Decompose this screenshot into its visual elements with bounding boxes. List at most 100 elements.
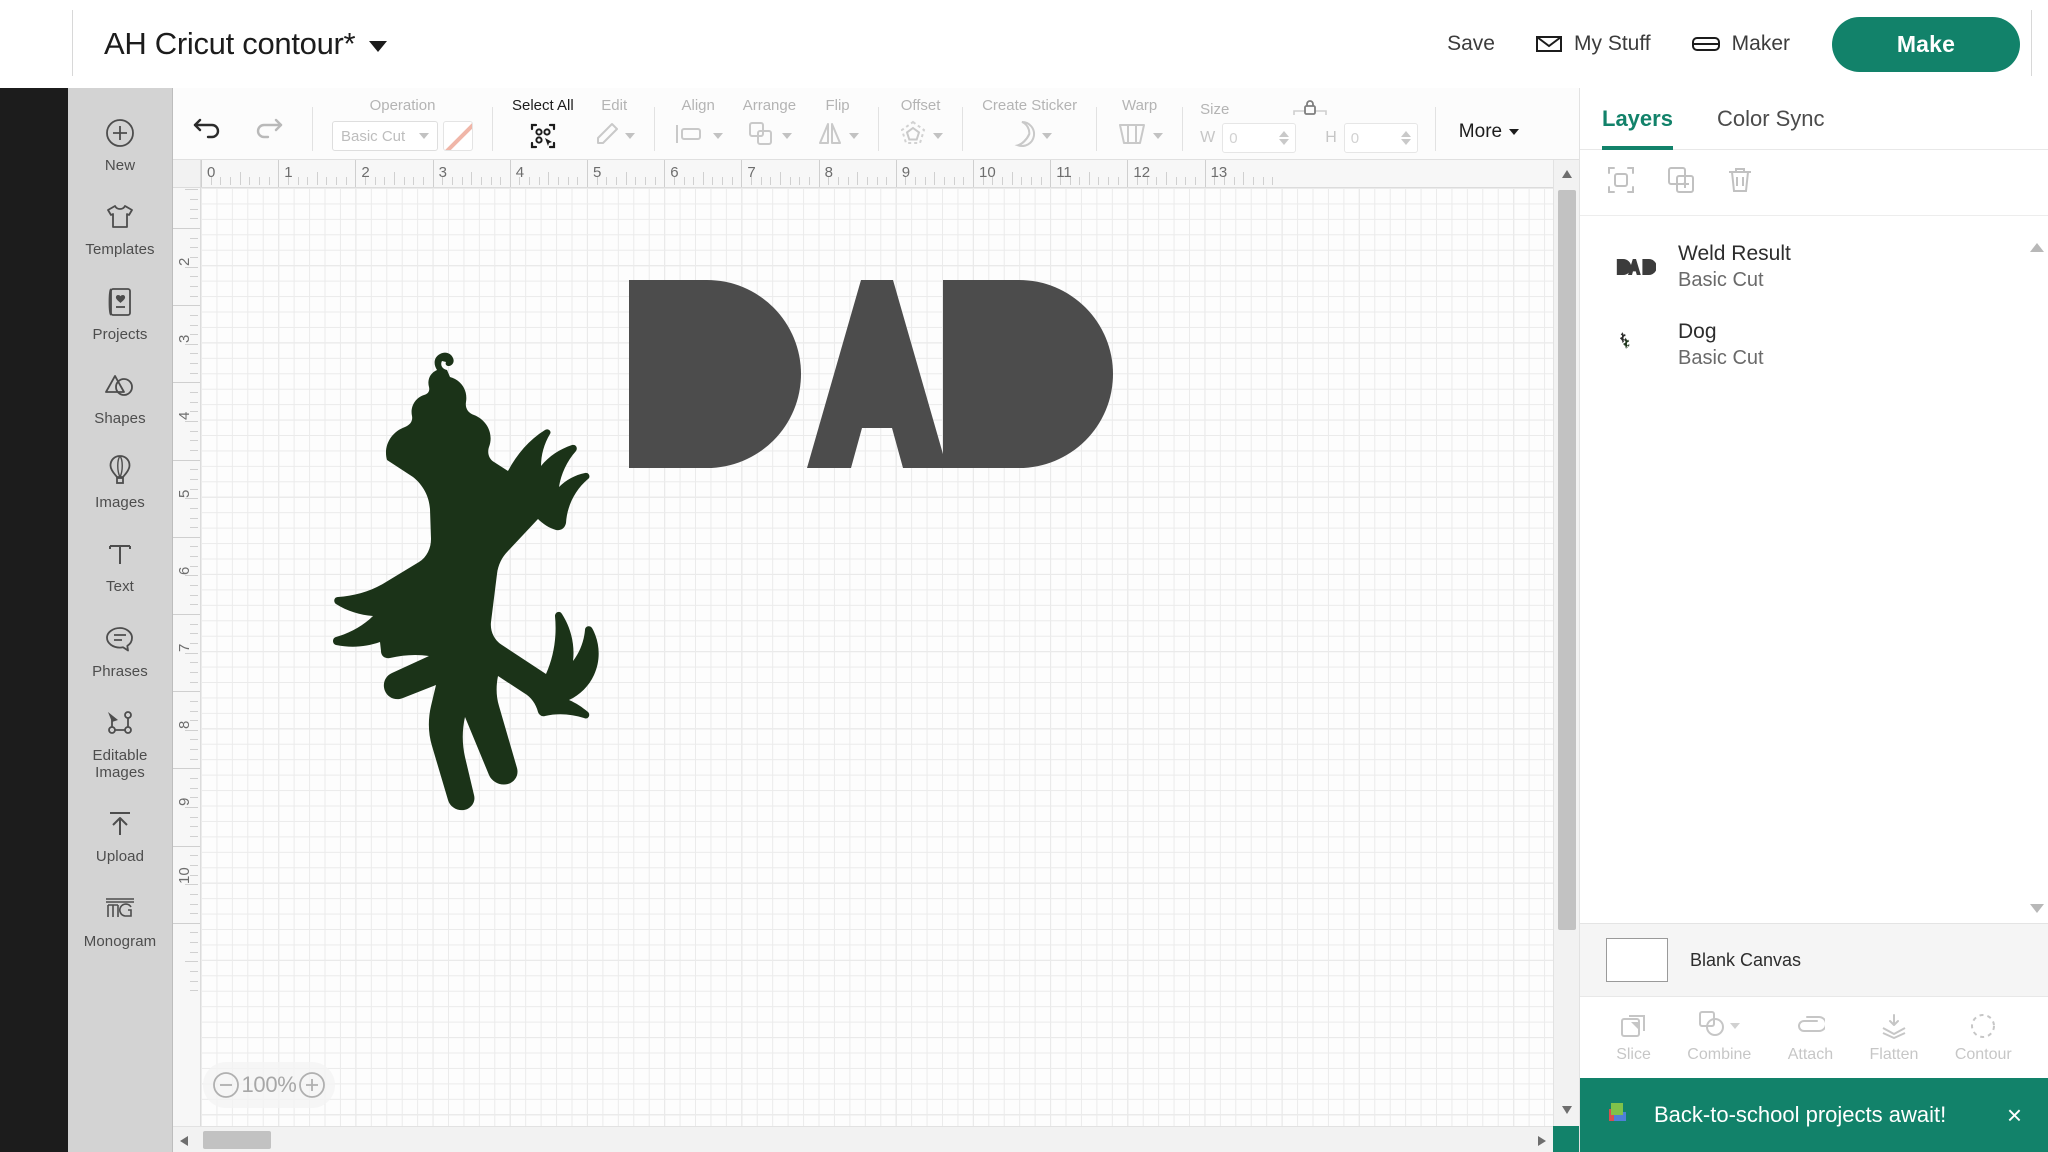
vertical-scroll-thumb[interactable] (1558, 190, 1576, 930)
ruler-major-tick (173, 228, 200, 229)
scroll-up-arrow-icon[interactable] (1561, 166, 1573, 184)
ruler-minor-tick (336, 177, 338, 185)
ruler-minor-tick (190, 517, 198, 519)
more-button[interactable]: More (1445, 121, 1533, 159)
sidebar-item-templates[interactable]: Templates (68, 186, 173, 270)
ruler-minor-tick (190, 237, 198, 239)
width-stepper[interactable] (1279, 131, 1290, 145)
machine-selector[interactable]: Maker (1671, 0, 1810, 88)
canvas-horizontal-scrollbar[interactable] (173, 1126, 1553, 1152)
tab-layers[interactable]: Layers (1602, 88, 1673, 150)
height-label: H (1325, 129, 1337, 146)
chevron-down-icon[interactable] (369, 40, 388, 52)
sidebar-item-new[interactable]: New (68, 102, 173, 186)
scroll-right-arrow-icon[interactable] (1537, 1134, 1547, 1152)
ruler-minor-tick (190, 430, 198, 432)
height-stepper[interactable] (1400, 131, 1411, 145)
zoom-in-button[interactable] (298, 1071, 326, 1099)
save-button[interactable]: Save (1427, 0, 1515, 88)
flatten-button[interactable]: Flatten (1869, 1011, 1919, 1064)
scroll-left-arrow-icon[interactable] (179, 1134, 189, 1152)
sidebar-item-projects[interactable]: Projects (68, 271, 173, 355)
offset-button[interactable]: Offset (888, 97, 953, 159)
contour-button[interactable]: Contour (1955, 1011, 2012, 1064)
sidebar-item-images[interactable]: Images (68, 439, 173, 523)
chevron-down-icon (624, 133, 635, 139)
dog-silhouette[interactable] (333, 352, 599, 811)
ruler-minor-tick (190, 334, 198, 336)
ruler-minor-tick (992, 177, 994, 185)
canvas-grid[interactable] (201, 188, 1553, 1126)
sidebar-item-shapes[interactable]: Shapes (68, 355, 173, 439)
operation-select[interactable]: Basic Cut (332, 121, 438, 151)
ruler-minor-tick (316, 172, 318, 185)
ruler-minor-tick (190, 372, 198, 374)
redo-icon[interactable] (251, 112, 285, 145)
sidebar-item-editable-images[interactable]: Editable Images (68, 692, 173, 794)
project-title-dropdown[interactable]: AH Cricut contour* (104, 0, 388, 88)
ruler-minor-tick (1001, 177, 1003, 185)
canvas-background-row[interactable]: Blank Canvas (1580, 923, 2048, 996)
scroll-down-arrow-icon[interactable] (1561, 1102, 1573, 1120)
ruler-minor-tick (606, 177, 608, 185)
ruler-minor-tick (1166, 172, 1167, 185)
scroll-up-arrow-icon[interactable] (2030, 226, 2044, 252)
dad-weld-shape[interactable] (629, 280, 1113, 468)
sidebar-label: Text (106, 578, 134, 596)
editable-image-icon (104, 706, 136, 740)
ruler-minor-tick (905, 177, 907, 185)
zoom-out-button[interactable] (212, 1071, 240, 1099)
sidebar-item-phrases[interactable]: Phrases (68, 608, 173, 692)
ruler-minor-tick (190, 285, 198, 287)
ruler-minor-tick (190, 276, 198, 278)
layer-list-scrollbar[interactable] (2030, 226, 2044, 913)
canvas-color-swatch[interactable] (1606, 938, 1668, 982)
ruler-minor-tick (190, 710, 198, 712)
ruler-minor-tick (190, 893, 198, 895)
sidebar-item-upload[interactable]: Upload (68, 793, 173, 877)
sidebar-item-text[interactable]: Text (68, 523, 173, 607)
color-swatch-button[interactable] (443, 121, 473, 151)
list-item[interactable]: Dog Basic Cut (1580, 306, 2048, 384)
group-icon[interactable] (1606, 165, 1636, 200)
design-canvas[interactable]: 0 1 2 3 4 5 6 7 8 9 10 11 12 13 2 3 4 5 6 7 8 9 10 100% (173, 160, 1579, 1152)
close-icon[interactable]: × (2007, 1102, 2022, 1128)
create-sticker-button[interactable]: Create Sticker (972, 97, 1087, 159)
scroll-down-arrow-icon[interactable] (2030, 904, 2044, 913)
combine-button[interactable]: Combine (1687, 1010, 1751, 1064)
sidebar-item-monogram[interactable]: Monogram (68, 878, 173, 962)
undo-icon[interactable] (191, 112, 225, 145)
ruler-minor-tick (190, 874, 198, 876)
height-input[interactable]: 0 (1343, 123, 1418, 153)
ruler-major-tick (818, 160, 820, 187)
slice-button[interactable]: Slice (1616, 1011, 1651, 1064)
tab-color-sync[interactable]: Color Sync (1717, 88, 1825, 150)
my-stuff-button[interactable]: My Stuff (1515, 0, 1671, 88)
ruler-major-tick (432, 160, 434, 187)
delete-icon[interactable] (1726, 165, 1754, 200)
ruler-major-tick (1127, 160, 1129, 187)
flatten-label: Flatten (1869, 1046, 1919, 1063)
horizontal-scroll-thumb[interactable] (203, 1131, 271, 1149)
warp-button[interactable]: Warp (1106, 97, 1173, 159)
make-button[interactable]: Make (1832, 16, 2020, 72)
ruler-minor-tick (403, 177, 405, 185)
align-button[interactable]: Align (664, 97, 733, 159)
flip-button[interactable]: Flip (806, 97, 869, 159)
ruler-tick-label: 5 (176, 489, 193, 498)
duplicate-icon[interactable] (1666, 165, 1696, 200)
canvas-vertical-scrollbar[interactable] (1553, 160, 1579, 1126)
select-all-button[interactable]: Select All (502, 97, 584, 159)
ruler-minor-tick (799, 177, 801, 185)
chevron-down-icon (849, 133, 860, 139)
arrange-button[interactable]: Arrange (733, 97, 806, 159)
width-input[interactable]: 0 (1222, 123, 1297, 153)
ruler-minor-tick (934, 172, 936, 185)
lock-icon[interactable] (1290, 97, 1330, 128)
attach-button[interactable]: Attach (1788, 1011, 1833, 1064)
offset-icon (898, 119, 928, 154)
edit-button[interactable]: Edit (584, 97, 645, 159)
ruler-major-tick (173, 845, 200, 847)
list-item[interactable]: Weld Result Basic Cut (1580, 228, 2048, 306)
ruler-minor-tick (558, 177, 560, 185)
